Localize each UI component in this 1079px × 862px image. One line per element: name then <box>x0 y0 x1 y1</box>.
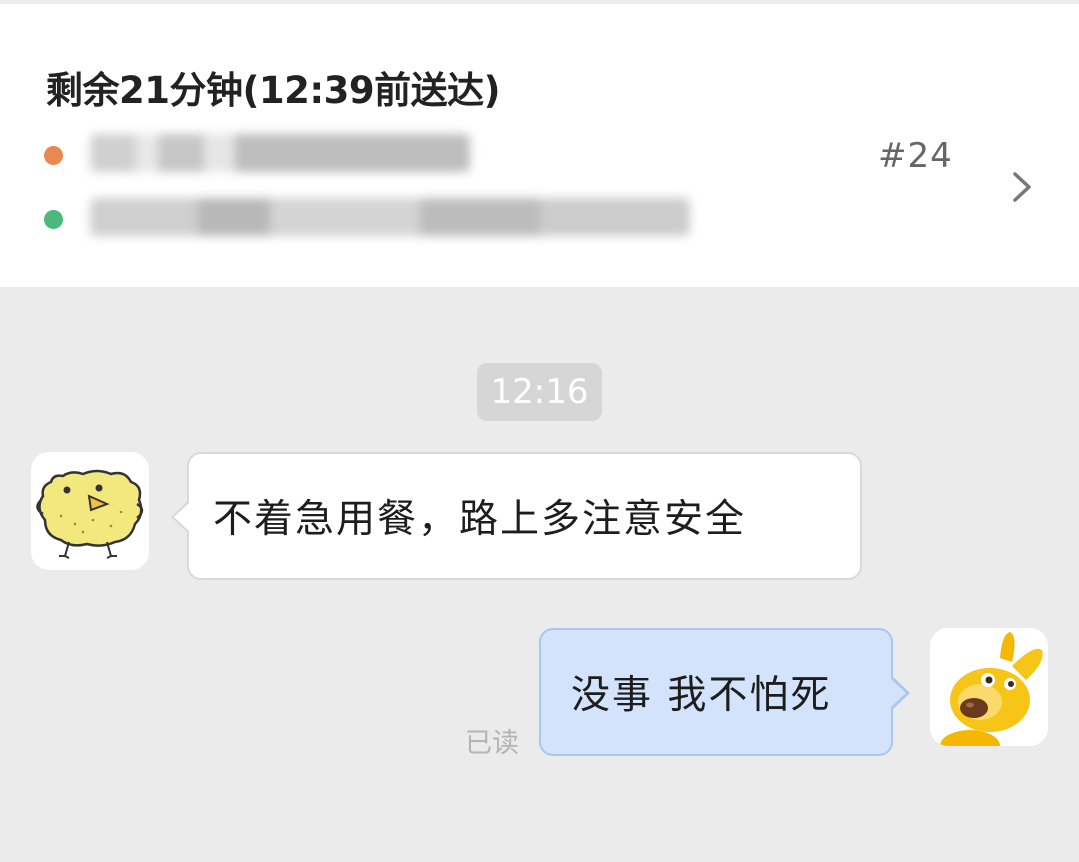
rider-avatar[interactable] <box>930 628 1048 746</box>
yellow-dog-avatar-icon <box>940 632 1043 746</box>
yellow-chick-avatar-icon <box>36 469 144 559</box>
pickup-dot-icon <box>44 146 63 165</box>
outgoing-message-text: 没事 我不怕死 <box>571 673 832 718</box>
dropoff-address-blurred <box>90 198 690 236</box>
outgoing-message-bubble[interactable]: 没事 我不怕死 <box>539 628 910 756</box>
customer-avatar[interactable] <box>31 452 149 570</box>
delivery-eta-title: 剩余21分钟(12:39前送达) <box>46 69 501 112</box>
order-number: #24 <box>878 136 953 176</box>
chevron-right-icon[interactable] <box>1006 170 1038 204</box>
order-card[interactable]: 剩余21分钟(12:39前送达) #24 <box>0 0 1079 287</box>
read-status: 已读 <box>465 728 519 759</box>
chat-timestamp: 12:16 <box>477 363 602 421</box>
dropoff-dot-icon <box>44 210 63 229</box>
pickup-address-blurred <box>90 134 470 172</box>
incoming-message-text: 不着急用餐，路上多注意安全 <box>213 497 747 542</box>
incoming-message-bubble[interactable]: 不着急用餐，路上多注意安全 <box>171 452 862 580</box>
